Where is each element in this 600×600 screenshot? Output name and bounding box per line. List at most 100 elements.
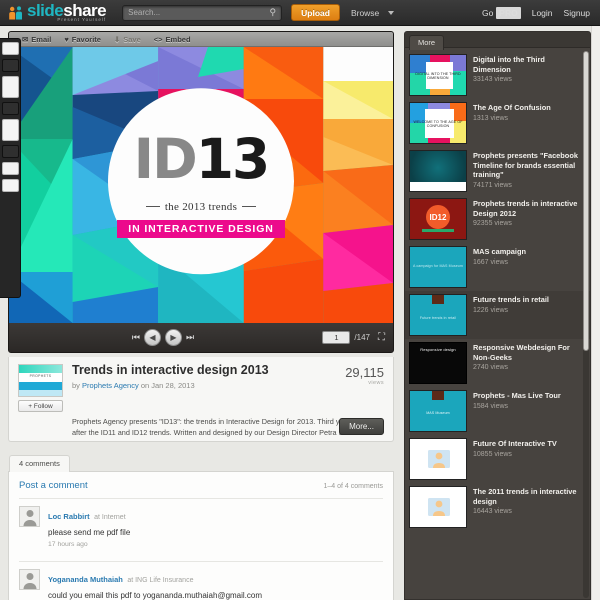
list-item[interactable]: ID12 Prophets trends in interactive Desi… [405,195,590,243]
tab-comments[interactable]: 4 comments [9,455,70,472]
player-control-bar: ⏮ ◀ ▶ ⏭ /147 ⛶ [9,323,393,352]
deck-byline: by Prophets Agency on Jan 28, 2013 [72,381,330,390]
embed-action[interactable]: <> Embed [154,35,191,44]
deck-thumbnail [409,150,467,192]
slide-title-year: 13 [195,126,271,191]
thumb-box-icon [432,295,444,304]
comment-timestamp: 17 hours ago [48,541,88,548]
list-item[interactable]: WELCOME TO THE AGE OF CONFUSION The Age … [405,99,590,147]
list-item[interactable]: Responsive design Responsive Webdesign F… [405,339,590,387]
deck-views: 92355 views [473,220,512,228]
envelope-icon: ✉ [22,34,29,44]
page-scrollbar[interactable] [591,26,600,600]
follow-button[interactable]: + Follow [18,400,63,412]
thumb-caption: MAS Museum [426,411,450,415]
share-button-pinterest[interactable] [1,179,19,192]
deck-views: 2740 views [473,364,509,372]
list-item[interactable]: A campaign for MAS Museum MAS campaign 1… [405,243,590,291]
search-box[interactable]: ⚲ [122,4,283,21]
comment-item: Loc Rabbirt at Internet please send me p… [19,499,383,554]
person-placeholder-icon [428,498,450,516]
sidebar-scrollbar-track[interactable] [583,51,589,598]
browse-menu[interactable]: Browse [351,8,395,18]
list-item[interactable]: The 2011 trends in interactive design 16… [405,483,590,531]
comment-text: please send me pdf file [48,528,131,537]
chevron-down-icon[interactable] [388,10,395,15]
thumb-caption: DIGITAL INTO THE THIRD DIMENSION [415,71,461,81]
author-link[interactable]: Prophets Agency [82,381,139,390]
share-button-twitter[interactable] [1,76,19,98]
more-button[interactable]: More... [339,418,384,435]
slide-player: ✉ Email ♥ Favorite ⬇ Save <> Embed ID13 … [8,31,394,353]
deck-views: 1313 views [473,114,509,122]
list-item[interactable]: DIGITAL INTO THE THIRD DIMENSION Digital… [405,51,590,99]
thumb-caption: ID12 [426,205,450,230]
slide-subtitle-row: the 2013 trends [145,201,257,213]
signup-link[interactable]: Signup [564,8,590,18]
favorite-action[interactable]: ♥ Favorite [64,35,101,44]
thumb-caption: A campaign for MAS Museum [412,263,464,268]
total-pages-label: /147 [354,333,370,342]
save-action[interactable]: ⬇ Save [114,35,141,44]
deck-thumbnail: MAS Museum [409,390,467,432]
views-column: 29,115 views [330,364,384,412]
deck-title: The Age Of Confusion [473,103,551,112]
share-button-linkedin[interactable] [1,119,19,141]
comment-author-row: Yogananda Muthaiah at ING Life Insurance [48,569,262,587]
fullscreen-icon[interactable]: ⛶ [378,332,385,343]
related-decks-list: DIGITAL INTO THE THIRD DIMENSION Digital… [405,48,590,531]
skip-to-first-icon[interactable]: ⏮ [132,332,140,343]
slide-content-overlay: ID13 the 2013 trends IN INTERACTIVE DESI… [9,47,393,323]
deck-title: Responsive Webdesign For Non-Geeks [473,343,570,362]
deck-title: Prophets trends in interactive Design 20… [473,199,578,218]
slideshare-logo-icon [8,5,24,21]
rule-left [145,206,160,208]
comment-text: could you email this pdf to yogananda.mu… [48,591,263,600]
list-item[interactable]: Prophets presents "Facebook Timeline for… [405,147,590,195]
avatar[interactable] [19,506,40,527]
share-button-googleplus[interactable] [1,162,19,175]
related-decks-sidebar: More DIGITAL INTO THE THIRD DIMENSION Di… [404,31,591,600]
login-link[interactable]: Login [532,8,553,18]
go-pro-link[interactable]: Go PRO [482,6,521,19]
email-label: Email [31,34,52,44]
deck-title: Prophets - Mas Live Tour [473,391,561,400]
search-icon[interactable]: ⚲ [270,7,277,18]
comment-author-affiliation: at ING Life Insurance [127,577,194,584]
deck-date: on Jan 28, 2013 [140,380,195,390]
save-label: Save [123,34,141,44]
slideshare-logo[interactable]: slideshare Present Yourself [8,2,107,23]
comment-author-name[interactable]: Yogananda Muthaiah [48,575,123,584]
search-input[interactable] [128,8,270,17]
list-item[interactable]: Future Of Interactive TV 10855 views [405,435,590,483]
rule-right [242,206,257,208]
slide-main-title: ID13 [134,131,271,187]
deck-thumbnail: WELCOME TO THE AGE OF CONFUSION [409,102,467,144]
share-count-twitter [1,102,19,115]
deck-thumbnail [409,486,467,528]
post-comment-link[interactable]: Post a comment [19,480,88,491]
previous-slide-icon[interactable]: ◀ [143,329,161,346]
comment-author-affiliation: at Internet [94,514,126,521]
next-slide-icon[interactable]: ▶ [164,329,182,346]
avatar[interactable] [19,569,40,590]
thumb-caption: Responsive design [420,347,456,352]
author-thumbnail[interactable]: PROPHETS [18,364,63,397]
deck-description: Prophets Agency presents "ID13": the tre… [72,417,380,437]
list-item[interactable]: Future trends in retail Future trends in… [405,291,590,339]
deck-views: 16443 views [473,508,512,516]
slide-stage[interactable]: ID13 the 2013 trends IN INTERACTIVE DESI… [9,47,393,323]
comment-author-name[interactable]: Loc Rabbirt [48,512,90,521]
upload-button[interactable]: Upload [291,4,340,21]
deck-title: Future Of Interactive TV [473,439,557,448]
comments-body: Post a comment 1–4 of 4 comments Loc Rab… [8,471,394,600]
deck-meta-panel: PROPHETS + Follow Trends in interactive … [8,357,394,442]
heart-icon: ♥ [64,34,69,44]
current-page-input[interactable] [322,331,351,344]
skip-to-last-icon[interactable]: ⏭ [186,332,194,343]
sidebar-scrollbar-thumb[interactable] [583,51,589,351]
deck-views: 33143 views [473,76,512,84]
email-action[interactable]: ✉ Email [22,35,51,44]
list-item[interactable]: MAS Museum Prophets - Mas Live Tour 1584… [405,387,590,435]
share-button-facebook[interactable] [1,42,19,55]
